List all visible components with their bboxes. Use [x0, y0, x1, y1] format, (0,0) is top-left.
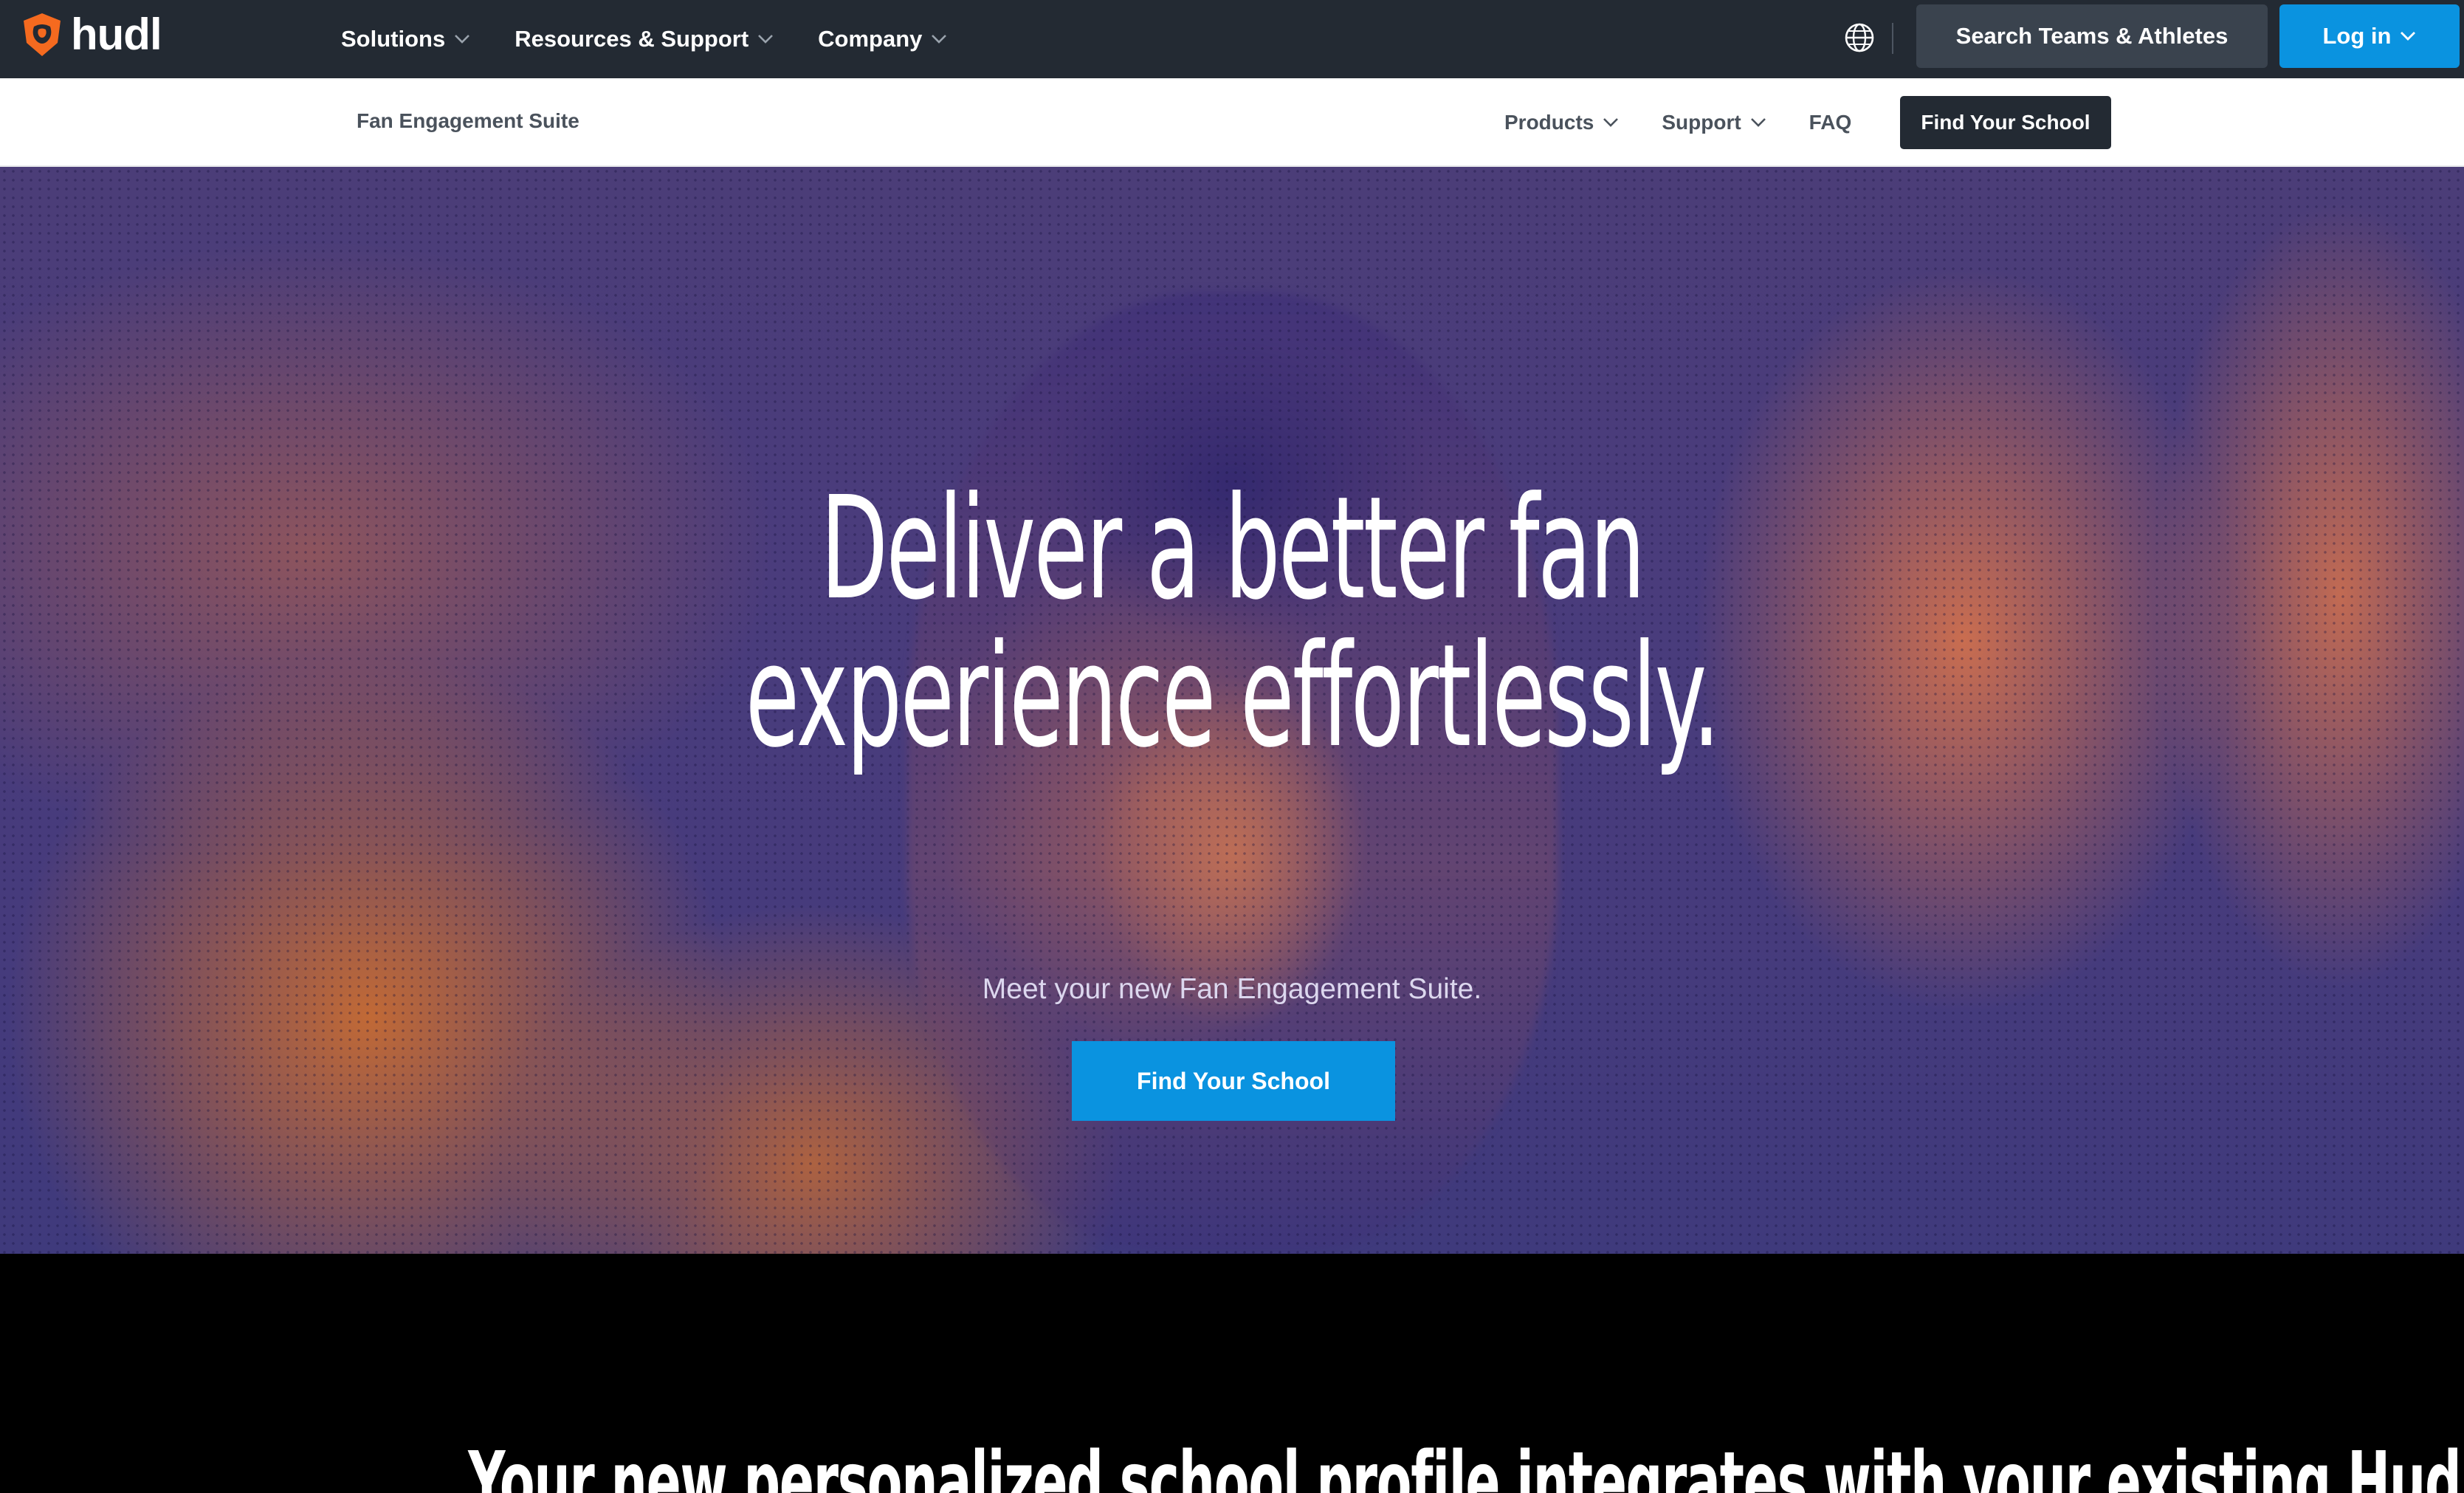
menu-company[interactable]: Company — [818, 26, 947, 52]
menu-resources-support-label: Resources & Support — [515, 26, 749, 52]
top-navigation: hudl Solutions Resources & Support Compa… — [0, 0, 2464, 78]
nav-divider — [1892, 23, 1893, 54]
subnav-item-faq[interactable]: FAQ — [1809, 111, 1852, 134]
chevron-down-icon — [455, 35, 470, 44]
integration-section: Your new personalized school profile int… — [0, 1254, 2464, 1493]
hudl-logo[interactable]: hudl — [18, 10, 162, 59]
hero-subtitle: Meet your new Fan Engagement Suite. — [982, 973, 1482, 1005]
globe-icon[interactable] — [1842, 21, 1876, 55]
subnav-item-support[interactable]: Support — [1662, 111, 1766, 134]
subnav-menu: Products Support FAQ — [1504, 78, 1851, 167]
primary-menu: Solutions Resources & Support Company — [341, 0, 947, 78]
subnav-title[interactable]: Fan Engagement Suite — [357, 109, 579, 133]
hero-headline-line2: experience effortlessly. — [745, 614, 1721, 779]
sub-navigation: Fan Engagement Suite Products Support FA… — [0, 78, 2464, 167]
hero-headline-line1: Deliver a better fan — [820, 467, 1645, 631]
hero-find-your-school-button[interactable]: Find Your School — [1072, 1041, 1395, 1121]
chevron-down-icon — [2401, 32, 2416, 41]
chevron-down-icon — [758, 35, 774, 44]
subnav-item-faq-label: FAQ — [1809, 111, 1852, 134]
subnav-item-products-label: Products — [1504, 111, 1594, 134]
menu-solutions[interactable]: Solutions — [341, 26, 470, 52]
hero-headline: Deliver a better fan experience effortle… — [468, 476, 1996, 771]
hudl-shield-logo-icon — [24, 13, 61, 56]
search-teams-athletes-button[interactable]: Search Teams & Athletes — [1916, 4, 2268, 68]
menu-resources-support[interactable]: Resources & Support — [515, 26, 774, 52]
subnav-item-support-label: Support — [1662, 111, 1741, 134]
subnav-find-your-school-button[interactable]: Find Your School — [1900, 96, 2111, 149]
hero-section: Deliver a better fan experience effortle… — [0, 167, 2464, 1254]
menu-company-label: Company — [818, 26, 923, 52]
logo-text: hudl — [71, 10, 162, 59]
chevron-down-icon — [1603, 118, 1619, 127]
login-label: Log in — [2322, 23, 2392, 49]
chevron-down-icon — [1750, 118, 1766, 127]
chevron-down-icon — [932, 35, 947, 44]
menu-solutions-label: Solutions — [341, 26, 446, 52]
login-button[interactable]: Log in — [2279, 4, 2460, 68]
integration-heading: Your new personalized school profile int… — [468, 1435, 2464, 1493]
subnav-item-products[interactable]: Products — [1504, 111, 1619, 134]
